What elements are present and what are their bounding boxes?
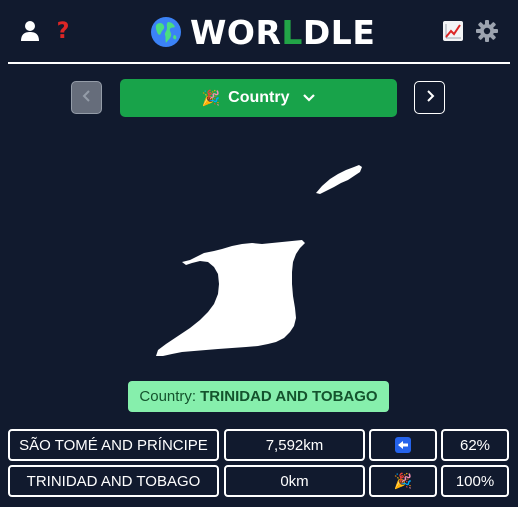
country-silhouette bbox=[0, 130, 518, 370]
question-mark-icon[interactable]: ? bbox=[50, 18, 76, 44]
guess-country: SÃO TOMÉ AND PRÍNCIPE bbox=[8, 429, 219, 461]
guess-distance: 0km bbox=[224, 465, 365, 497]
left-arrow-icon bbox=[395, 437, 411, 453]
trinidad-shape bbox=[156, 240, 305, 356]
guess-direction bbox=[369, 429, 437, 461]
guess-percent: 100% bbox=[441, 465, 509, 497]
guess-country: TRINIDAD AND TOBAGO bbox=[8, 465, 219, 497]
chevron-left-icon bbox=[81, 88, 93, 107]
app-title: WORLDLE bbox=[150, 12, 375, 52]
header-divider bbox=[8, 62, 510, 64]
mode-label: Country bbox=[228, 89, 290, 106]
chart-icon[interactable] bbox=[440, 18, 466, 44]
mode-select-button[interactable]: 🎉 Country bbox=[120, 79, 397, 117]
answer-value: TRINIDAD AND TOBAGO bbox=[200, 388, 378, 405]
user-icon[interactable] bbox=[17, 18, 43, 44]
guess-direction: 🎉 bbox=[369, 465, 437, 497]
gear-icon[interactable] bbox=[474, 18, 500, 44]
title-text: WORLDLE bbox=[190, 12, 376, 52]
guess-distance: 7,592km bbox=[224, 429, 365, 461]
worldle-page: ? WORLDLE 🎉 Country Country: TRINIDAD AN… bbox=[0, 0, 518, 507]
answer-label: Country: bbox=[139, 388, 197, 405]
header: ? WORLDLE bbox=[0, 0, 518, 62]
previous-button[interactable] bbox=[71, 81, 102, 114]
chevron-down-icon bbox=[302, 93, 316, 103]
party-popper-icon: 🎉 bbox=[201, 90, 221, 107]
chevron-right-icon bbox=[424, 88, 436, 107]
party-popper-icon: 🎉 bbox=[393, 473, 413, 490]
guess-percent: 62% bbox=[441, 429, 509, 461]
tobago-shape bbox=[316, 165, 362, 194]
answer-banner: Country: TRINIDAD AND TOBAGO bbox=[128, 381, 389, 412]
next-button[interactable] bbox=[414, 81, 445, 114]
globe-icon bbox=[150, 16, 182, 48]
